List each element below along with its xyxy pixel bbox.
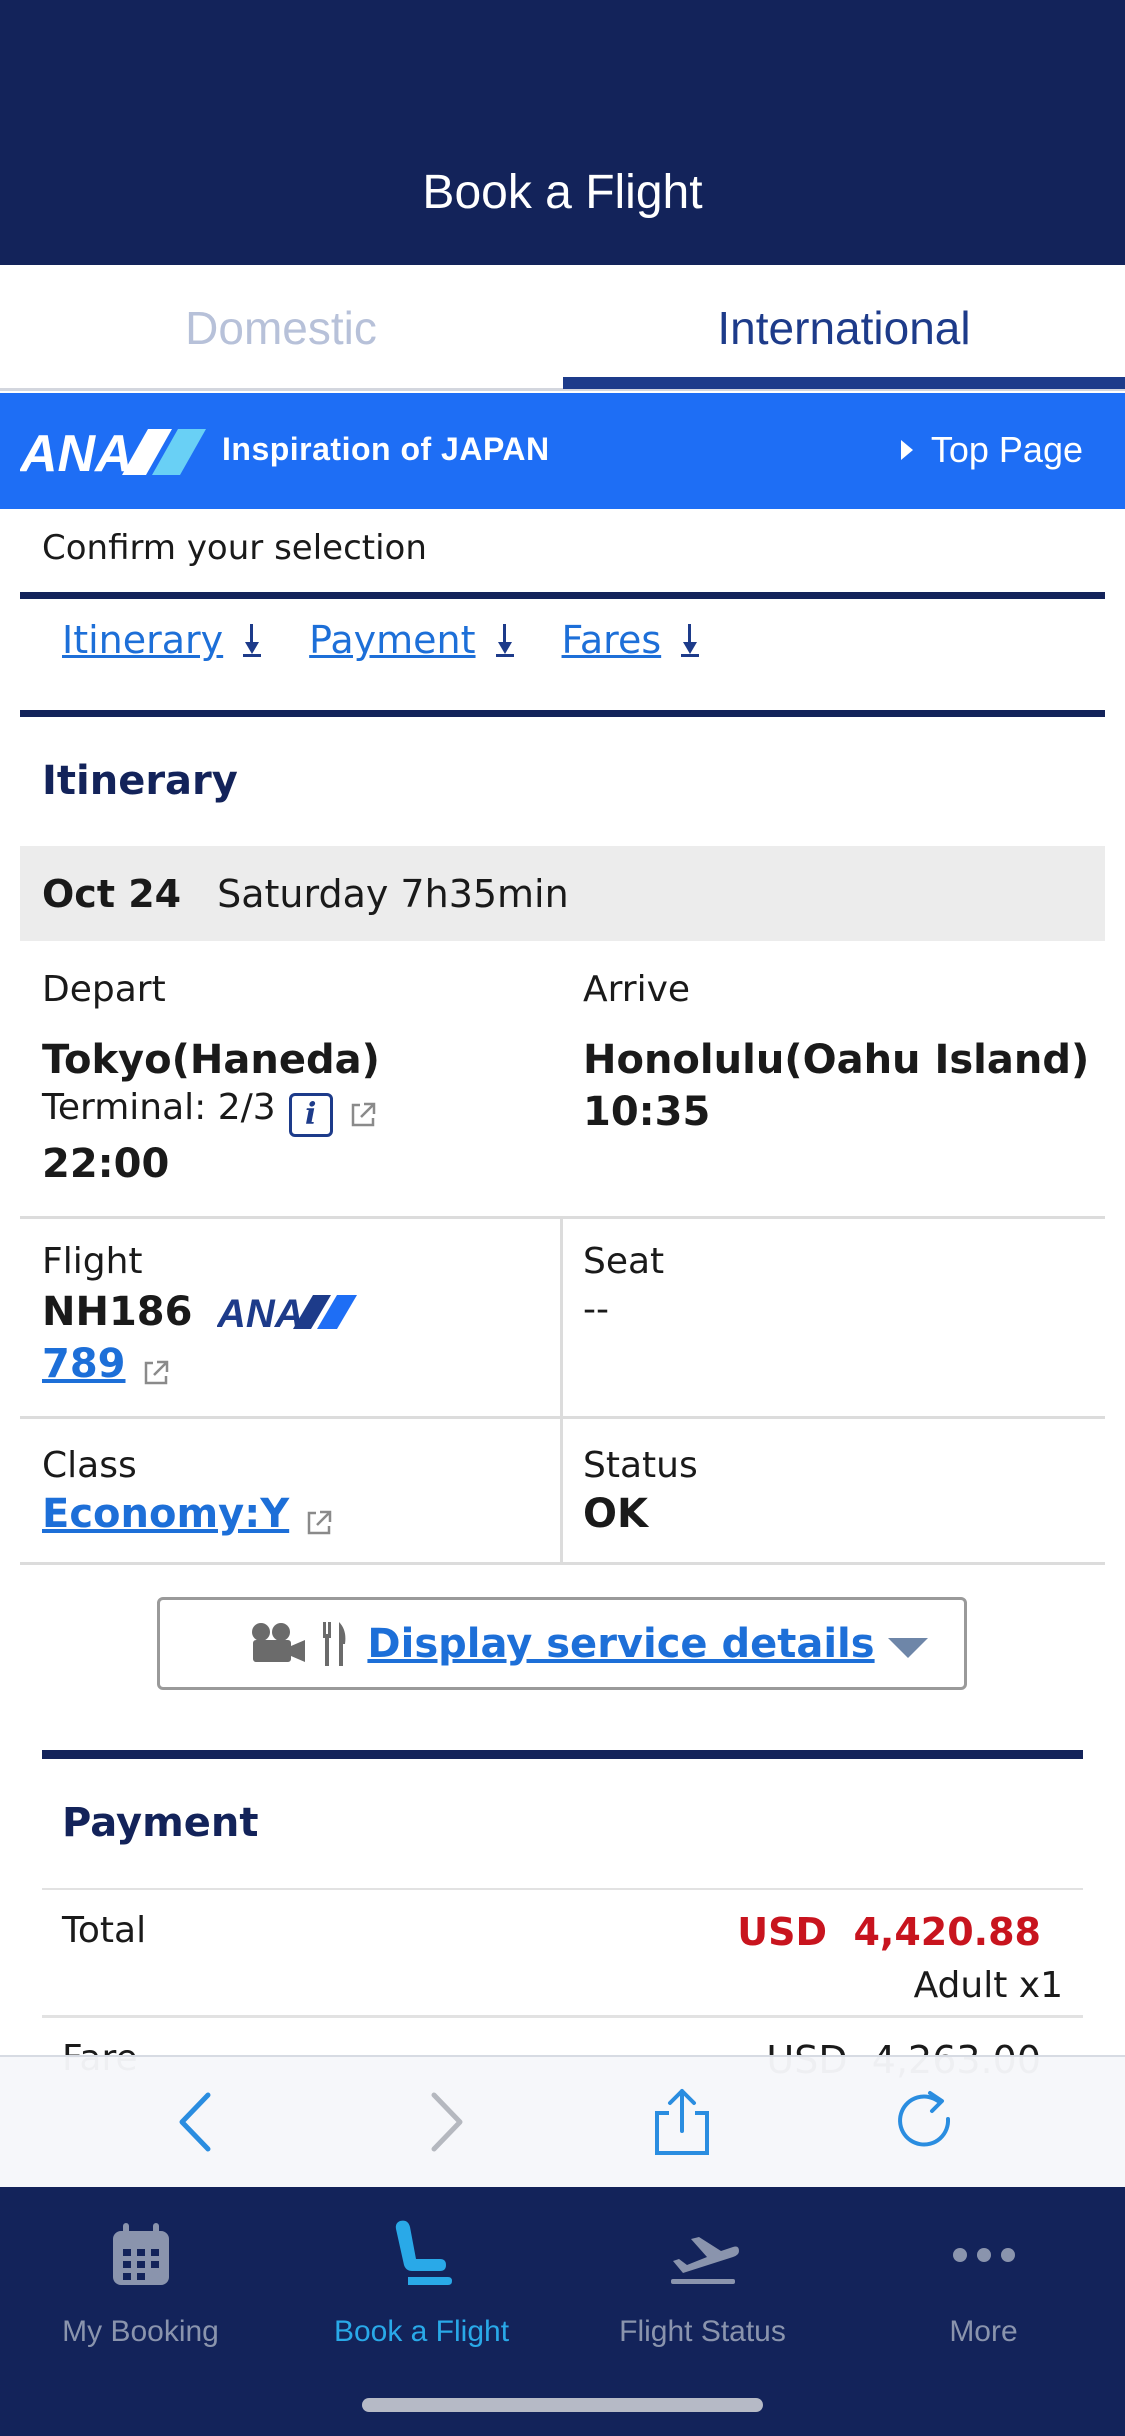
terminal-row: Terminal: 2/3 i [42, 1087, 378, 1137]
tabbar-more-label: More [949, 2315, 1018, 2348]
tabbar-book-a-flight-label: Book a Flight [333, 2315, 510, 2348]
class-label: Class [42, 1445, 137, 1486]
flight-cell: Flight NH186 ANA 789 [42, 1219, 562, 1416]
flight-label: Flight [42, 1241, 143, 1282]
total-amount: USD 4,420.88 [737, 1910, 1041, 1954]
ana-tagline: Inspiration of JAPAN [222, 431, 550, 467]
class-row: Economy:Y [42, 1491, 334, 1538]
payment-total-row: Total USD 4,420.88 Adult x1 [42, 1890, 1083, 2018]
class-cell: Class Economy:Y [42, 1419, 562, 1562]
tabbar-my-booking-label: My Booking [62, 2315, 219, 2348]
ana-banner: ANA Inspiration of JAPAN Top Page [0, 393, 1125, 509]
down-arrow-icon [681, 622, 700, 658]
external-link-icon[interactable] [304, 1508, 334, 1538]
app-header: Book a Flight [0, 0, 1125, 265]
external-link-icon[interactable] [348, 1100, 378, 1130]
share-icon[interactable] [647, 2087, 717, 2157]
home-indicator[interactable] [362, 2398, 763, 2412]
status-value: OK [583, 1491, 648, 1537]
divider [42, 1750, 1083, 1759]
svg-text:ANA: ANA [20, 425, 133, 479]
flight-number: NH186 [42, 1289, 193, 1335]
bottom-tab-bar: My Booking Book a Flight Flight Status M… [0, 2187, 1125, 2436]
video-camera-icon [252, 1622, 306, 1662]
chevron-down-icon [888, 1638, 928, 1658]
down-arrow-icon [495, 622, 514, 658]
divider [20, 710, 1105, 717]
divider [20, 592, 1105, 599]
ana-carrier-logo-text: ANA [217, 1292, 304, 1333]
tabbar-my-booking[interactable]: My Booking [0, 2215, 281, 2365]
tabbar-book-a-flight[interactable]: Book a Flight [281, 2215, 562, 2365]
forward-icon[interactable] [408, 2087, 478, 2157]
flight-seat-row: Flight NH186 ANA 789 Seat -- [20, 1219, 1105, 1419]
anchor-nav: Itinerary Payment Fares [62, 618, 700, 662]
arrive-cell: Arrive Honolulu(Oahu Island) 10:35 [583, 941, 1103, 1216]
aircraft-row: 789 [42, 1341, 171, 1388]
tab-domestic[interactable]: Domestic [0, 265, 562, 391]
external-link-icon[interactable] [141, 1358, 171, 1388]
tabbar-flight-status[interactable]: Flight Status [562, 2215, 843, 2365]
service-details-label: Display service details [367, 1620, 875, 1667]
seat-icon [395, 2220, 452, 2285]
top-page-link[interactable]: Top Page [900, 429, 1083, 471]
seat-label: Seat [583, 1241, 665, 1282]
total-label: Total [62, 1910, 147, 1951]
class-link[interactable]: Economy:Y [42, 1491, 289, 1537]
fork-knife-icon [323, 1621, 346, 1666]
confirm-heading: Confirm your selection [42, 528, 427, 568]
anchor-itinerary[interactable]: Itinerary [62, 618, 262, 662]
status-label: Status [583, 1445, 698, 1486]
anchor-payment[interactable]: Payment [309, 618, 514, 662]
plane-takeoff-icon [670, 2237, 739, 2284]
day-duration: Saturday 7h35min [217, 871, 569, 916]
depart-terminal: Terminal: 2/3 [42, 1087, 276, 1128]
back-icon[interactable] [164, 2087, 234, 2157]
depart-label: Depart [42, 969, 166, 1010]
tabbar-more[interactable]: More [843, 2215, 1124, 2365]
down-arrow-icon [243, 622, 262, 658]
payment-heading: Payment [62, 1800, 259, 1846]
class-status-row: Class Economy:Y Status OK [20, 1419, 1105, 1565]
depart-time: 22:00 [42, 1141, 170, 1187]
flight-date: Oct 24 [42, 871, 182, 916]
tabbar-flight-status-label: Flight Status [619, 2315, 786, 2348]
anchor-payment-label: Payment [309, 618, 476, 662]
seat-cell: Seat -- [583, 1219, 1103, 1416]
more-dots-icon [952, 2248, 1015, 2262]
route-tabs: Domestic International [0, 265, 1125, 391]
arrive-label: Arrive [583, 969, 691, 1010]
info-icon[interactable]: i [288, 1092, 333, 1137]
depart-cell: Depart Tokyo(Haneda) Terminal: 2/3 i 22:… [42, 941, 562, 1216]
anchor-fares[interactable]: Fares [562, 618, 700, 662]
status-cell: Status OK [583, 1419, 1103, 1562]
passenger-count: Adult x1 [913, 1965, 1063, 2006]
seat-value: -- [583, 1289, 609, 1330]
tab-international[interactable]: International [563, 265, 1125, 391]
depart-city: Tokyo(Haneda) [42, 1037, 380, 1083]
itinerary-heading: Itinerary [42, 758, 238, 804]
triangle-right-icon [900, 440, 913, 460]
aircraft-link[interactable]: 789 [42, 1341, 126, 1387]
browser-toolbar [0, 2055, 1125, 2187]
calendar-icon [112, 2223, 169, 2285]
anchor-itinerary-label: Itinerary [62, 618, 224, 662]
page-title: Book a Flight [422, 166, 703, 219]
anchor-fares-label: Fares [561, 618, 662, 662]
active-tab-indicator [563, 377, 1125, 389]
top-page-label: Top Page [930, 429, 1083, 470]
depart-arrive-row: Depart Tokyo(Haneda) Terminal: 2/3 i 22:… [20, 941, 1105, 1219]
arrive-city: Honolulu(Oahu Island) [583, 1037, 1090, 1083]
arrive-time: 10:35 [583, 1089, 711, 1135]
ana-logo[interactable]: ANA [20, 423, 210, 479]
date-bar: Oct 24 Saturday 7h35min [20, 846, 1105, 941]
reload-icon[interactable] [890, 2087, 960, 2157]
ana-carrier-logo: ANA [217, 1292, 357, 1333]
display-service-details-button[interactable]: Display service details [157, 1597, 967, 1690]
